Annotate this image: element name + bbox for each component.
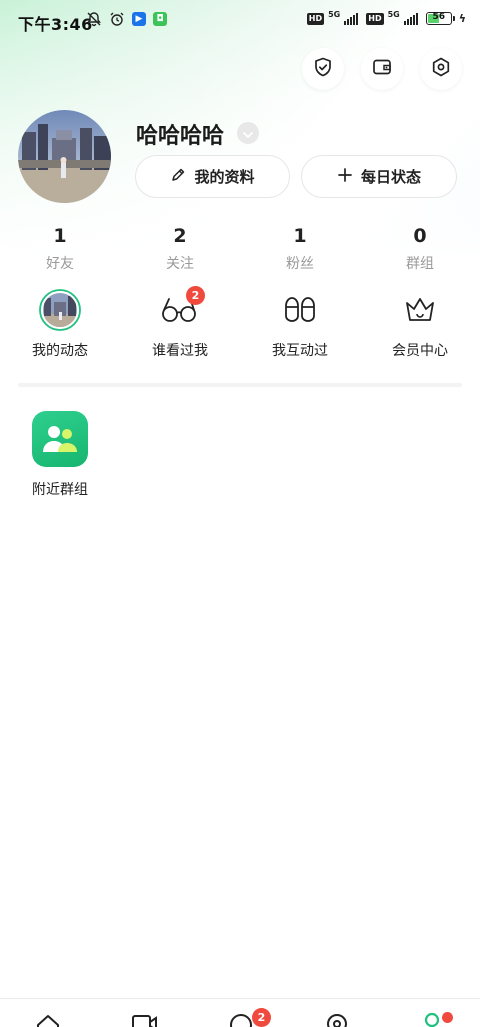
stat-value: 1: [293, 225, 307, 247]
hd-badge: HD: [306, 12, 325, 25]
section-divider: [18, 383, 462, 387]
alarm-icon: [109, 11, 125, 27]
home-icon: [34, 1011, 62, 1027]
bell-off-icon: [86, 11, 102, 27]
stat-fans[interactable]: 1 粉丝: [240, 224, 360, 273]
video-icon: [131, 1011, 159, 1027]
shield-check-icon: [312, 56, 334, 82]
signal-icon: [344, 12, 359, 25]
settings-hexagon-icon: [430, 56, 452, 82]
interacted-entry[interactable]: 我互动过: [240, 288, 360, 360]
nav-messages[interactable]: [227, 1011, 255, 1027]
battery-level: 56: [432, 12, 445, 22]
app-notification-blue-icon: ▶: [132, 12, 146, 26]
charging-icon: ϟ: [458, 12, 466, 25]
settings-button[interactable]: [420, 48, 462, 90]
battery-icon: 56: [425, 12, 455, 25]
status-bar: 下午3:46 ▶ ◘ HD 5G HD 5G 56 ϟ: [0, 0, 480, 42]
nav-home[interactable]: [34, 1011, 62, 1027]
my-moments-entry[interactable]: 我的动态: [0, 288, 120, 360]
status-system-icons: HD 5G HD 5G 56 ϟ: [306, 10, 466, 25]
vip-center-entry[interactable]: 会员中心: [360, 288, 480, 360]
stat-groups[interactable]: 0 群组: [360, 224, 480, 273]
stat-friends[interactable]: 1 好友: [0, 224, 120, 273]
wallet-icon: [371, 56, 393, 82]
glasses-icon: 2: [158, 286, 205, 332]
entry-label: 我互动过: [272, 343, 328, 359]
group-people-icon: [32, 411, 88, 467]
signal-icon-2: [403, 12, 418, 25]
stats-row: 1 好友 2 关注 1 粉丝 0 群组: [0, 224, 480, 273]
avatar-ring-icon: [38, 288, 82, 332]
entry-label: 我的动态: [32, 343, 88, 359]
entry-label: 谁看过我: [152, 343, 208, 359]
crown-icon: [398, 288, 442, 332]
chevron-down-icon: [242, 124, 254, 143]
nav-video[interactable]: [131, 1011, 159, 1027]
status-notification-icons: ▶ ◘: [86, 11, 167, 27]
bottom-nav: [0, 998, 480, 1027]
slippers-icon: [278, 288, 322, 332]
wallet-button[interactable]: [361, 48, 403, 90]
discover-icon: [323, 1011, 351, 1027]
nearby-groups-label: 附近群组: [32, 482, 88, 498]
daily-status-button[interactable]: 每日状态: [301, 155, 457, 198]
stat-label: 关注: [166, 256, 194, 272]
network-type-2: 5G: [387, 10, 400, 19]
who-viewed-badge: 2: [186, 286, 205, 305]
messages-badge: 2: [252, 1008, 271, 1027]
quick-entries: 我的动态 2 谁看过我 我互动过 会员中心: [0, 286, 480, 360]
edit-profile-label: 我的资料: [194, 168, 255, 186]
hd-badge-2: HD: [366, 12, 384, 25]
stat-following[interactable]: 2 关注: [120, 224, 240, 273]
stat-label: 群组: [406, 256, 434, 272]
entry-label: 会员中心: [392, 343, 448, 359]
nav-discover[interactable]: [323, 1011, 351, 1027]
avatar[interactable]: [18, 110, 111, 203]
who-viewed-me-entry[interactable]: 2 谁看过我: [120, 286, 240, 360]
edit-profile-button[interactable]: 我的资料: [135, 155, 290, 198]
nearby-groups-entry[interactable]: 附近群组: [20, 411, 100, 499]
pencil-icon: [170, 167, 186, 187]
daily-status-label: 每日状态: [360, 168, 421, 186]
profile-notification-dot: [442, 1012, 453, 1023]
stat-value: 0: [413, 225, 427, 247]
avatar-image: [18, 110, 111, 203]
stat-value: 1: [53, 225, 67, 247]
message-icon: [227, 1011, 255, 1027]
network-type-1: 5G: [328, 10, 341, 19]
stat-label: 粉丝: [286, 256, 314, 272]
security-button[interactable]: [302, 48, 344, 90]
app-notification-green-icon: ◘: [153, 12, 167, 26]
username: 哈哈哈哈: [136, 124, 225, 149]
stat-label: 好友: [46, 256, 74, 272]
plus-icon: [337, 167, 353, 187]
username-dropdown-button[interactable]: [237, 122, 259, 144]
stat-value: 2: [173, 225, 187, 247]
status-time: 下午3:46: [18, 15, 93, 34]
